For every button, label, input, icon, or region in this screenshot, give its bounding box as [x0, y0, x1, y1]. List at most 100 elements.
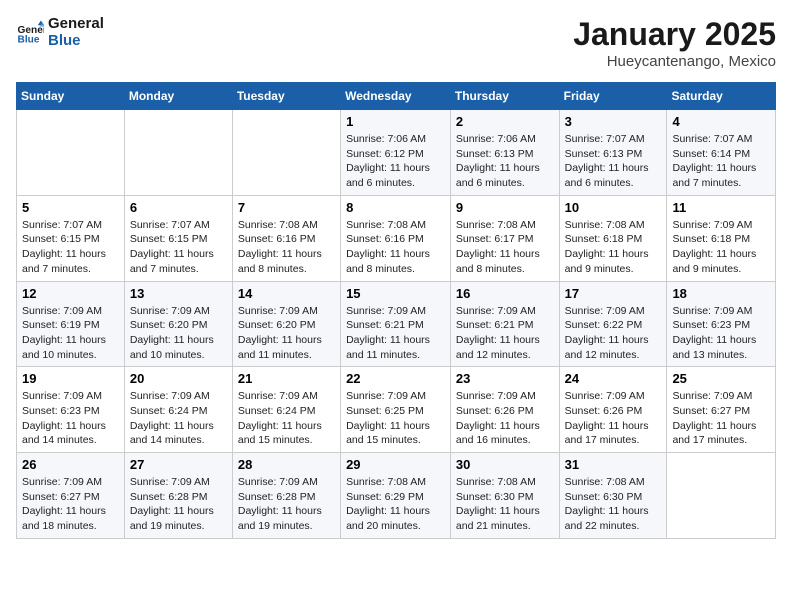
day-info: Sunrise: 7:09 AM Sunset: 6:28 PM Dayligh…: [130, 475, 227, 534]
day-info: Sunrise: 7:09 AM Sunset: 6:26 PM Dayligh…: [456, 389, 554, 448]
day-info: Sunrise: 7:08 AM Sunset: 6:30 PM Dayligh…: [565, 475, 662, 534]
day-info: Sunrise: 7:09 AM Sunset: 6:25 PM Dayligh…: [346, 389, 445, 448]
day-number: 30: [456, 457, 554, 472]
calendar-cell: 4Sunrise: 7:07 AM Sunset: 6:14 PM Daylig…: [667, 110, 776, 196]
day-number: 14: [238, 286, 335, 301]
day-number: 19: [22, 371, 119, 386]
day-number: 28: [238, 457, 335, 472]
calendar-cell: 13 Sunrise: 7:09 AM Sunset: 6:20 PM Dayli…: [124, 281, 232, 367]
calendar-cell: [17, 110, 125, 196]
page-header: General Blue General Blue January 2025 H…: [16, 16, 776, 70]
calendar-cell: 29 Sunrise: 7:08 AM Sunset: 6:29 PM Dayli…: [341, 453, 451, 539]
day-number: 18: [672, 286, 770, 301]
day-number: 2: [456, 114, 554, 129]
day-info: Sunrise: 7:09 AM Sunset: 6:19 PM Dayligh…: [22, 304, 119, 363]
logo: General Blue General Blue: [16, 16, 104, 49]
calendar-cell: 24 Sunrise: 7:09 AM Sunset: 6:26 PM Dayli…: [559, 367, 667, 453]
calendar-table: SundayMondayTuesdayWednesdayThursdayFrid…: [16, 82, 776, 539]
calendar-cell: 16Sunrise: 7:09 AM Sunset: 6:21 PM Dayli…: [450, 281, 559, 367]
calendar-cell: 14 Sunrise: 7:09 AM Sunset: 6:20 PM Dayli…: [232, 281, 340, 367]
day-number: 20: [130, 371, 227, 386]
calendar-week-4: 19Sunrise: 7:09 AM Sunset: 6:23 PM Dayli…: [17, 367, 776, 453]
day-number: 5: [22, 200, 119, 215]
col-header-sunday: Sunday: [17, 83, 125, 110]
col-header-tuesday: Tuesday: [232, 83, 340, 110]
calendar-cell: 20 Sunrise: 7:09 AM Sunset: 6:24 PM Dayli…: [124, 367, 232, 453]
day-info: Sunrise: 7:08 AM Sunset: 6:18 PM Dayligh…: [565, 218, 662, 277]
day-number: 15: [346, 286, 445, 301]
day-number: 11: [672, 200, 770, 215]
calendar-cell: 21 Sunrise: 7:09 AM Sunset: 6:24 PM Dayli…: [232, 367, 340, 453]
day-info: Sunrise: 7:09 AM Sunset: 6:26 PM Dayligh…: [565, 389, 662, 448]
day-number: 17: [565, 286, 662, 301]
day-number: 12: [22, 286, 119, 301]
day-number: 24: [565, 371, 662, 386]
calendar-cell: 5 Sunrise: 7:07 AM Sunset: 6:15 PM Daylig…: [17, 195, 125, 281]
day-info: Sunrise: 7:09 AM Sunset: 6:27 PM Dayligh…: [672, 389, 770, 448]
day-number: 27: [130, 457, 227, 472]
day-info: Sunrise: 7:07 AM Sunset: 6:14 PM Dayligh…: [672, 132, 770, 191]
calendar-cell: [124, 110, 232, 196]
calendar-cell: 9Sunrise: 7:08 AM Sunset: 6:17 PM Daylig…: [450, 195, 559, 281]
calendar-cell: 25 Sunrise: 7:09 AM Sunset: 6:27 PM Dayli…: [667, 367, 776, 453]
calendar-cell: 8 Sunrise: 7:08 AM Sunset: 6:16 PM Daylig…: [341, 195, 451, 281]
col-header-wednesday: Wednesday: [341, 83, 451, 110]
day-info: Sunrise: 7:08 AM Sunset: 6:30 PM Dayligh…: [456, 475, 554, 534]
day-number: 29: [346, 457, 445, 472]
day-info: Sunrise: 7:09 AM Sunset: 6:27 PM Dayligh…: [22, 475, 119, 534]
logo-blue: Blue: [48, 33, 104, 50]
day-number: 10: [565, 200, 662, 215]
day-number: 25: [672, 371, 770, 386]
day-info: Sunrise: 7:09 AM Sunset: 6:20 PM Dayligh…: [130, 304, 227, 363]
calendar-cell: 6 Sunrise: 7:07 AM Sunset: 6:15 PM Daylig…: [124, 195, 232, 281]
calendar-week-3: 12 Sunrise: 7:09 AM Sunset: 6:19 PM Dayli…: [17, 281, 776, 367]
day-number: 7: [238, 200, 335, 215]
day-info: Sunrise: 7:09 AM Sunset: 6:22 PM Dayligh…: [565, 304, 662, 363]
calendar-cell: 18Sunrise: 7:09 AM Sunset: 6:23 PM Dayli…: [667, 281, 776, 367]
day-number: 21: [238, 371, 335, 386]
day-info: Sunrise: 7:06 AM Sunset: 6:12 PM Dayligh…: [346, 132, 445, 191]
col-header-thursday: Thursday: [450, 83, 559, 110]
calendar-cell: 2 Sunrise: 7:06 AM Sunset: 6:13 PM Daylig…: [450, 110, 559, 196]
day-number: 1: [346, 114, 445, 129]
calendar-subtitle: Hueycantenango, Mexico: [573, 53, 776, 70]
col-header-friday: Friday: [559, 83, 667, 110]
logo-general: General: [48, 16, 104, 33]
calendar-cell: 10 Sunrise: 7:08 AM Sunset: 6:18 PM Dayli…: [559, 195, 667, 281]
calendar-week-2: 5 Sunrise: 7:07 AM Sunset: 6:15 PM Daylig…: [17, 195, 776, 281]
day-info: Sunrise: 7:08 AM Sunset: 6:16 PM Dayligh…: [346, 218, 445, 277]
col-header-saturday: Saturday: [667, 83, 776, 110]
calendar-cell: 1 Sunrise: 7:06 AM Sunset: 6:12 PM Daylig…: [341, 110, 451, 196]
day-info: Sunrise: 7:09 AM Sunset: 6:20 PM Dayligh…: [238, 304, 335, 363]
calendar-cell: 26 Sunrise: 7:09 AM Sunset: 6:27 PM Dayli…: [17, 453, 125, 539]
calendar-cell: 30 Sunrise: 7:08 AM Sunset: 6:30 PM Dayli…: [450, 453, 559, 539]
day-info: Sunrise: 7:08 AM Sunset: 6:29 PM Dayligh…: [346, 475, 445, 534]
calendar-week-1: 1 Sunrise: 7:06 AM Sunset: 6:12 PM Daylig…: [17, 110, 776, 196]
day-info: Sunrise: 7:08 AM Sunset: 6:16 PM Dayligh…: [238, 218, 335, 277]
day-info: Sunrise: 7:09 AM Sunset: 6:18 PM Dayligh…: [672, 218, 770, 277]
day-number: 6: [130, 200, 227, 215]
calendar-cell: 3Sunrise: 7:07 AM Sunset: 6:13 PM Daylig…: [559, 110, 667, 196]
day-number: 3: [565, 114, 662, 129]
day-info: Sunrise: 7:09 AM Sunset: 6:24 PM Dayligh…: [238, 389, 335, 448]
day-info: Sunrise: 7:06 AM Sunset: 6:13 PM Dayligh…: [456, 132, 554, 191]
day-number: 8: [346, 200, 445, 215]
day-info: Sunrise: 7:07 AM Sunset: 6:15 PM Dayligh…: [130, 218, 227, 277]
title-block: January 2025 Hueycantenango, Mexico: [573, 16, 776, 70]
day-number: 26: [22, 457, 119, 472]
day-info: Sunrise: 7:09 AM Sunset: 6:21 PM Dayligh…: [346, 304, 445, 363]
calendar-cell: 23Sunrise: 7:09 AM Sunset: 6:26 PM Dayli…: [450, 367, 559, 453]
day-info: Sunrise: 7:09 AM Sunset: 6:24 PM Dayligh…: [130, 389, 227, 448]
calendar-cell: 31 Sunrise: 7:08 AM Sunset: 6:30 PM Dayli…: [559, 453, 667, 539]
svg-text:Blue: Blue: [18, 34, 40, 45]
day-number: 9: [456, 200, 554, 215]
calendar-week-5: 26 Sunrise: 7:09 AM Sunset: 6:27 PM Dayli…: [17, 453, 776, 539]
day-number: 31: [565, 457, 662, 472]
calendar-cell: 11 Sunrise: 7:09 AM Sunset: 6:18 PM Dayli…: [667, 195, 776, 281]
day-info: Sunrise: 7:09 AM Sunset: 6:28 PM Dayligh…: [238, 475, 335, 534]
day-number: 13: [130, 286, 227, 301]
day-info: Sunrise: 7:07 AM Sunset: 6:15 PM Dayligh…: [22, 218, 119, 277]
calendar-cell: [232, 110, 340, 196]
day-number: 16: [456, 286, 554, 301]
calendar-cell: 12 Sunrise: 7:09 AM Sunset: 6:19 PM Dayli…: [17, 281, 125, 367]
